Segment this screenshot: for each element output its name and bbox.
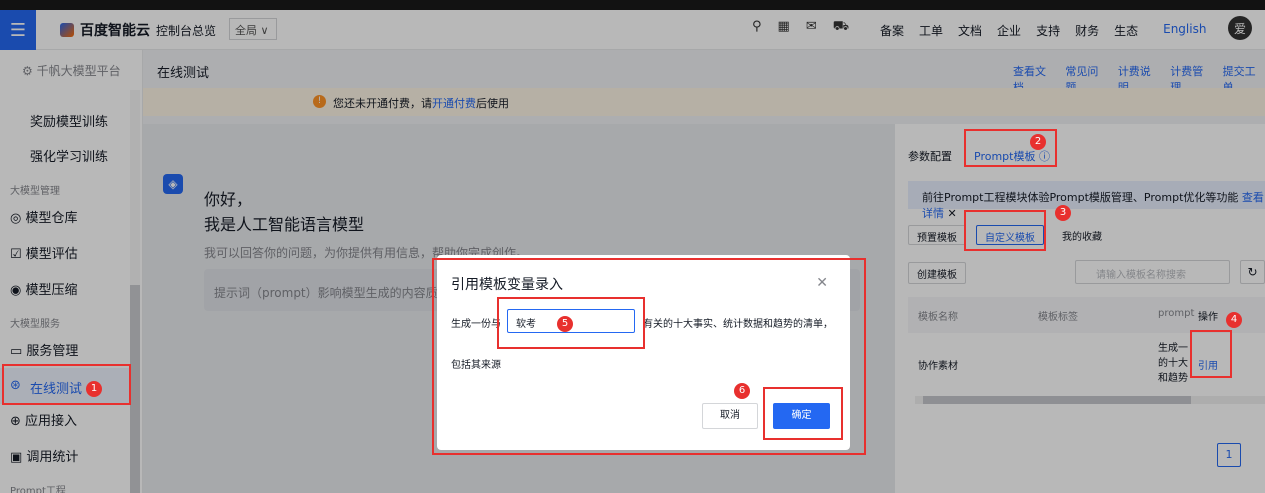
annotation-badge-3: 3 [1055,205,1071,221]
annotation-badge-2: 2 [1030,134,1046,150]
annotation-box-dialog [432,258,866,455]
annotation-box-online-test [2,364,131,405]
annotation-badge-6: 6 [734,383,750,399]
annotation-badge-4: 4 [1226,312,1242,328]
annotation-badge-1: 1 [86,381,102,397]
annotation-badge-5: 5 [557,316,573,332]
annotation-box-cite [1190,330,1232,378]
annotation-box-custom-tab [964,210,1046,251]
